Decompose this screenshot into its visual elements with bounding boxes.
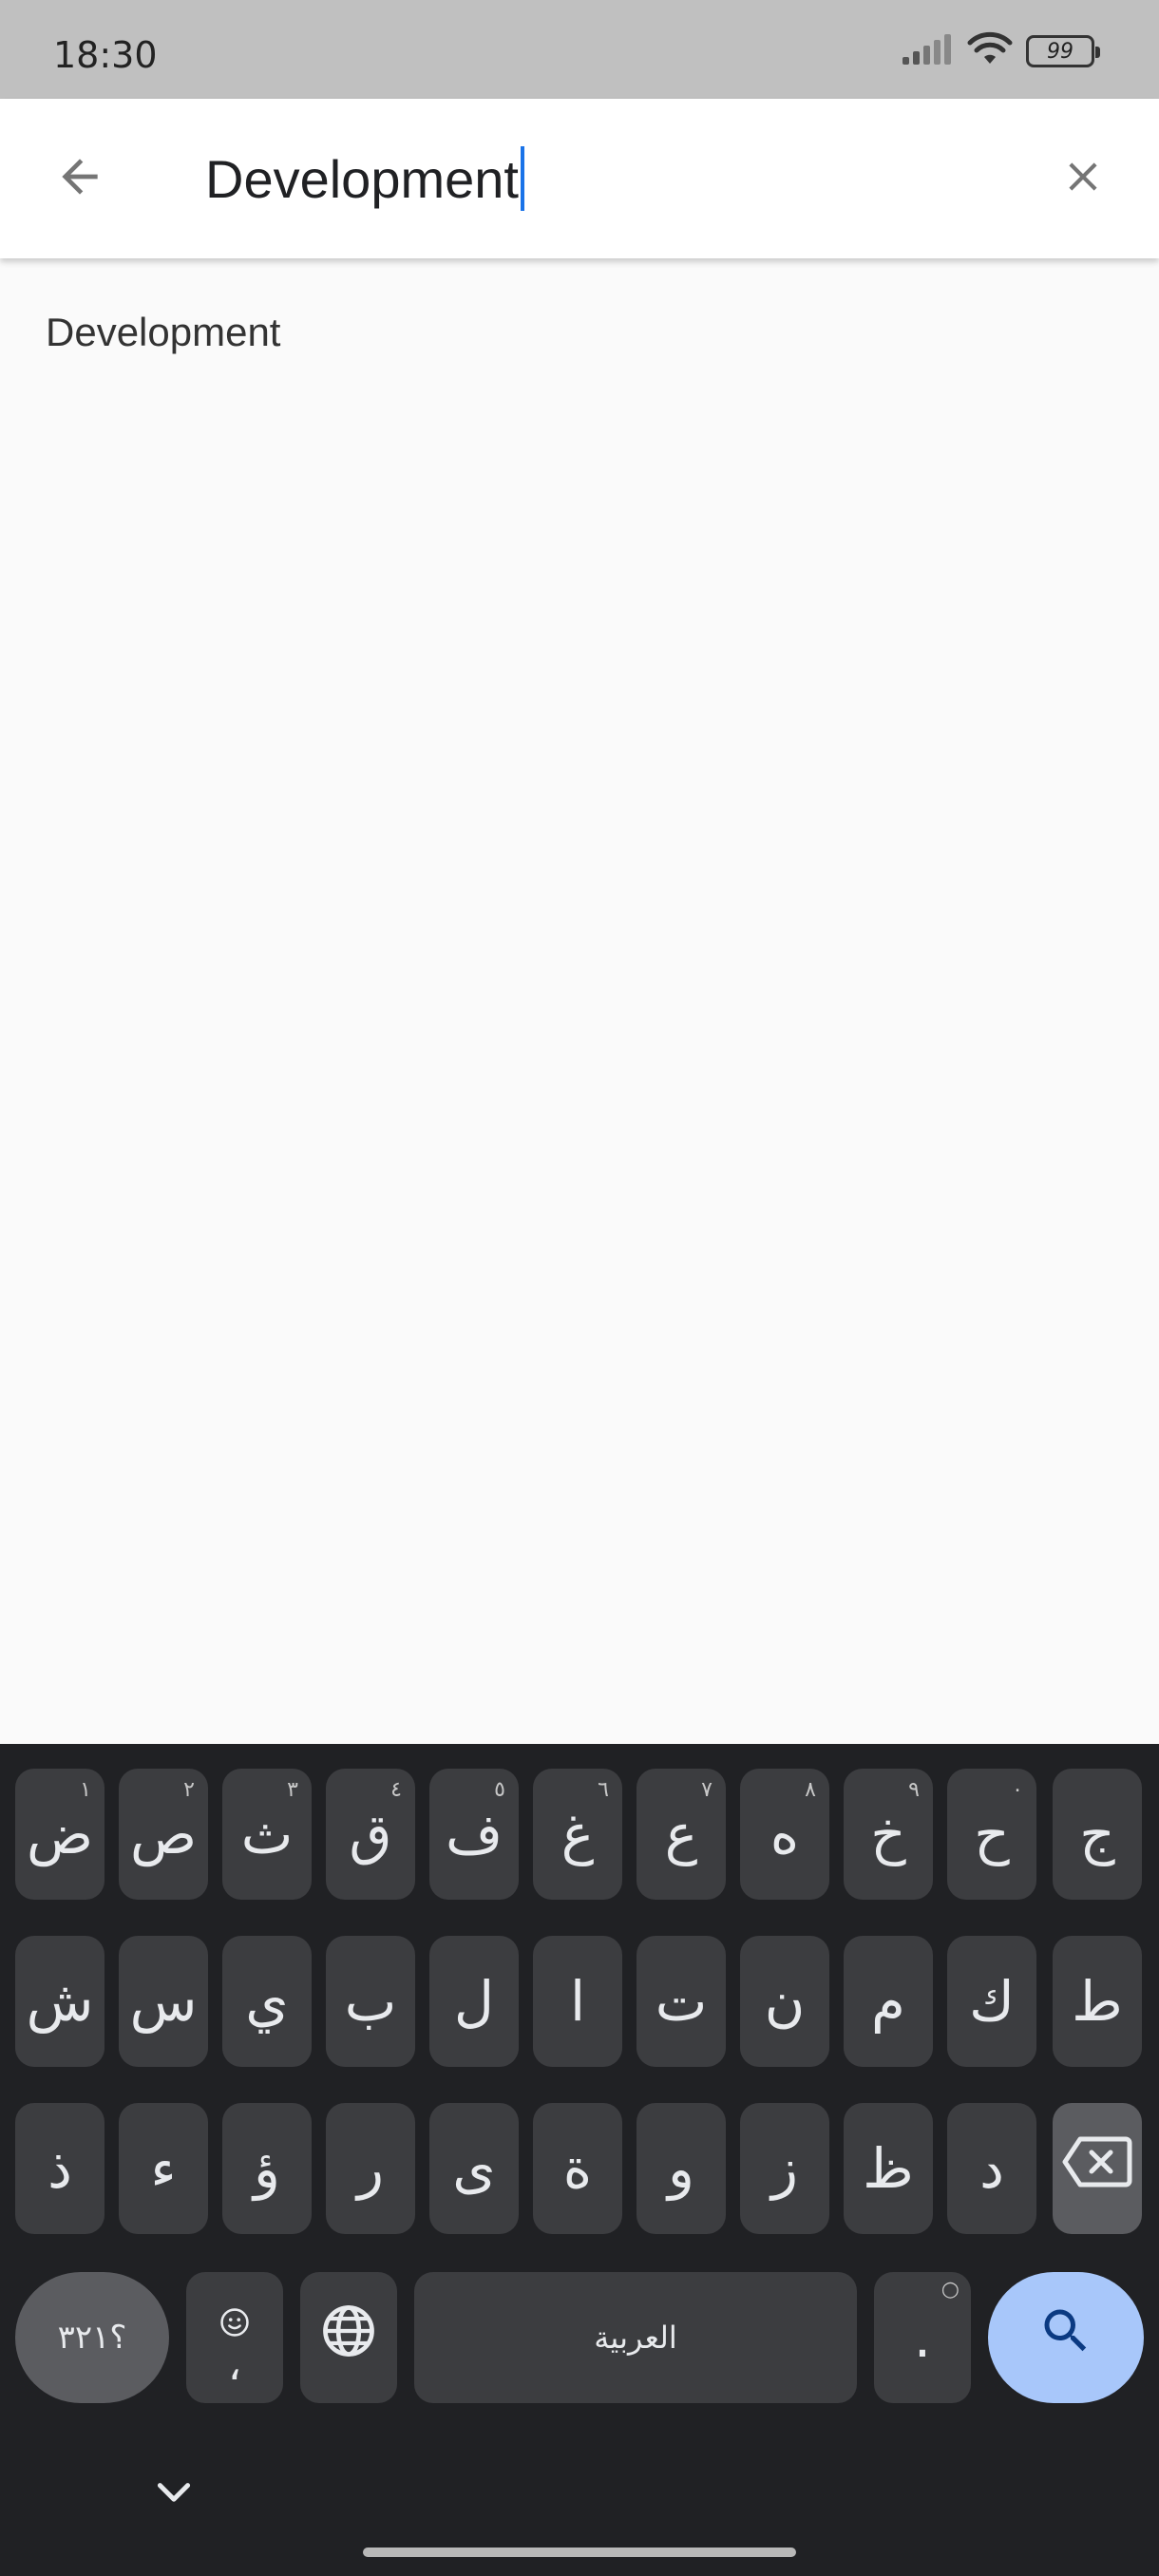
search-input[interactable]: Development bbox=[205, 139, 524, 218]
period-label: . bbox=[913, 2305, 932, 2370]
key-alif-maqsura[interactable]: ى bbox=[429, 2103, 519, 2234]
keyboard: ض١ ص٢ ث٣ ق٤ ف٥ غ٦ ع٧ ه٨ خ٩ ح٠ ج ش س ي ب … bbox=[0, 1744, 1159, 2576]
key-tha[interactable]: ث٣ bbox=[222, 1769, 312, 1900]
key-hamza[interactable]: ء bbox=[119, 2103, 208, 2234]
key-dad[interactable]: ض١ bbox=[15, 1769, 104, 1900]
status-bar: 18:30 99 bbox=[0, 0, 1159, 99]
key-fa[interactable]: ف٥ bbox=[429, 1769, 519, 1900]
search-bar: Development bbox=[0, 99, 1159, 258]
status-icons: 99 bbox=[901, 31, 1100, 72]
key-ta[interactable]: ت bbox=[636, 1936, 726, 2067]
status-time: 18:30 bbox=[53, 34, 158, 76]
key-alif[interactable]: ا bbox=[533, 1936, 622, 2067]
search-result-item[interactable]: Development bbox=[46, 310, 280, 355]
clear-search-button[interactable] bbox=[1045, 141, 1121, 217]
language-key[interactable] bbox=[300, 2272, 397, 2403]
space-key[interactable]: العربية bbox=[414, 2272, 857, 2403]
arrow-left-icon bbox=[53, 150, 106, 208]
comma-label: ، bbox=[227, 2341, 242, 2390]
key-shin[interactable]: ش bbox=[15, 1936, 104, 2067]
key-ta-marbuta[interactable]: ة bbox=[533, 2103, 622, 2234]
chevron-down-icon bbox=[150, 2470, 198, 2522]
key-zay[interactable]: ز bbox=[740, 2103, 829, 2234]
key-ba[interactable]: ب bbox=[326, 1936, 415, 2067]
key-ha[interactable]: ه٨ bbox=[740, 1769, 829, 1900]
key-nun[interactable]: ن bbox=[740, 1936, 829, 2067]
text-cursor bbox=[520, 146, 524, 211]
key-zah[interactable]: ظ bbox=[844, 2103, 933, 2234]
key-kha[interactable]: خ٩ bbox=[844, 1769, 933, 1900]
key-jim[interactable]: ج bbox=[1053, 1769, 1142, 1900]
key-dal[interactable]: د bbox=[947, 2103, 1036, 2234]
period-sup-icon: ○ bbox=[940, 2278, 960, 2301]
backspace-key[interactable] bbox=[1053, 2103, 1142, 2234]
hide-keyboard-button[interactable] bbox=[148, 2470, 200, 2521]
home-indicator[interactable] bbox=[363, 2548, 796, 2557]
key-qaf[interactable]: ق٤ bbox=[326, 1769, 415, 1900]
key-ghain[interactable]: غ٦ bbox=[533, 1769, 622, 1900]
key-sin[interactable]: س bbox=[119, 1936, 208, 2067]
key-mim[interactable]: م bbox=[844, 1936, 933, 2067]
battery-icon: 99 bbox=[1026, 35, 1100, 67]
search-action-key[interactable] bbox=[988, 2272, 1144, 2403]
globe-icon bbox=[319, 2301, 378, 2374]
wifi-icon bbox=[967, 31, 1013, 72]
search-icon bbox=[1037, 2302, 1094, 2373]
key-hha[interactable]: ح٠ bbox=[947, 1769, 1036, 1900]
key-kaf[interactable]: ك bbox=[947, 1936, 1036, 2067]
search-input-value: Development bbox=[205, 148, 519, 209]
key-sad[interactable]: ص٢ bbox=[119, 1769, 208, 1900]
key-lam[interactable]: ل bbox=[429, 1936, 519, 2067]
signal-icon bbox=[901, 32, 954, 71]
back-button[interactable] bbox=[42, 141, 118, 217]
key-dhal[interactable]: ذ bbox=[15, 2103, 104, 2234]
key-ain[interactable]: ع٧ bbox=[636, 1769, 726, 1900]
key-waw[interactable]: و bbox=[636, 2103, 726, 2234]
key-waw-hamza[interactable]: ؤ bbox=[222, 2103, 312, 2234]
symbols-key[interactable]: ؟٣٢١ bbox=[15, 2272, 169, 2403]
period-key[interactable]: ○ . bbox=[874, 2272, 971, 2403]
key-tah[interactable]: ط bbox=[1053, 1936, 1142, 2067]
close-icon bbox=[1059, 153, 1107, 205]
key-ya[interactable]: ي bbox=[222, 1936, 312, 2067]
comma-emoji-key[interactable]: ، bbox=[186, 2272, 283, 2403]
battery-level: 99 bbox=[1047, 39, 1074, 64]
key-ra[interactable]: ر bbox=[326, 2103, 415, 2234]
backspace-icon bbox=[1061, 2135, 1133, 2202]
